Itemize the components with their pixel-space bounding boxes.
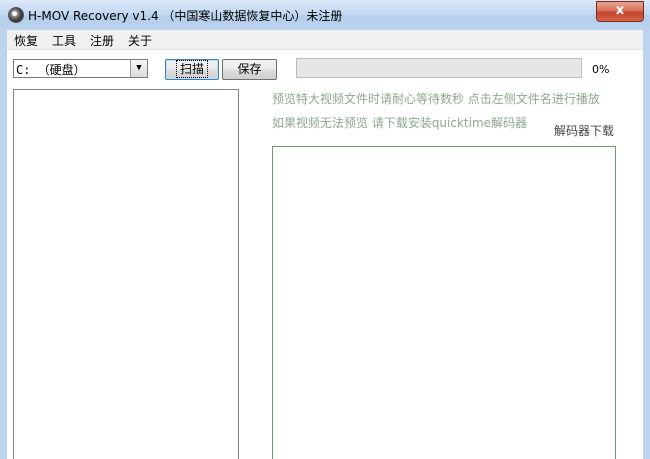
window-frame-left [0,30,7,459]
close-button[interactable]: x [596,1,644,22]
save-button[interactable]: 保存 [222,59,277,80]
menu-tools[interactable]: 工具 [52,32,76,49]
menu-register[interactable]: 注册 [90,32,114,49]
decoder-download-link[interactable]: 解码器下载 [554,122,614,139]
scan-button-label: 扫描 [175,60,209,78]
drive-select-value: C: （硬盘） [16,63,86,77]
preview-tip-line2: 如果视频无法预览 请下载安装quicktime解码器 [272,116,528,130]
file-list[interactable] [13,89,239,459]
window-title: H-MOV Recovery v1.4 （中国寒山数据恢复中心）未注册 [28,9,343,23]
menu-bar: 恢复 工具 注册 关于 [7,30,643,50]
chevron-down-icon[interactable]: ▼ [130,60,147,77]
window-frame-right [643,30,650,459]
title-bar[interactable]: H-MOV Recovery v1.4 （中国寒山数据恢复中心）未注册 x [0,0,650,31]
video-preview-panel[interactable] [272,146,616,459]
drive-select[interactable]: C: （硬盘） ▼ [13,59,148,78]
menu-recover[interactable]: 恢复 [14,32,38,49]
menu-about[interactable]: 关于 [128,32,152,49]
scan-button[interactable]: 扫描 [165,59,219,80]
preview-tip-line1: 预览特大视频文件时请耐心等待数秒 点击左侧文件名进行播放 [272,92,600,106]
scan-progress-bar [296,58,582,78]
app-icon[interactable] [8,7,24,23]
progress-percent: 0% [592,63,610,76]
save-button-label: 保存 [237,62,262,76]
